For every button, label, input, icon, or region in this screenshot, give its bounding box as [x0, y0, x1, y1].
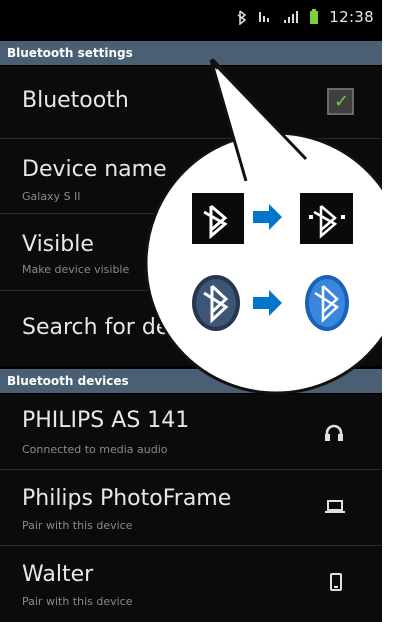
bluetooth-round-connected-icon [305, 275, 349, 331]
android-screen: 12:38 Bluetooth settings Bluetooth ✓ Dev… [0, 0, 382, 622]
bluetooth-connected-icon [300, 193, 353, 244]
bluetooth-round-icon [192, 275, 240, 331]
bluetooth-on-icon [192, 193, 244, 244]
bluetooth-icon-callout [144, 58, 382, 395]
